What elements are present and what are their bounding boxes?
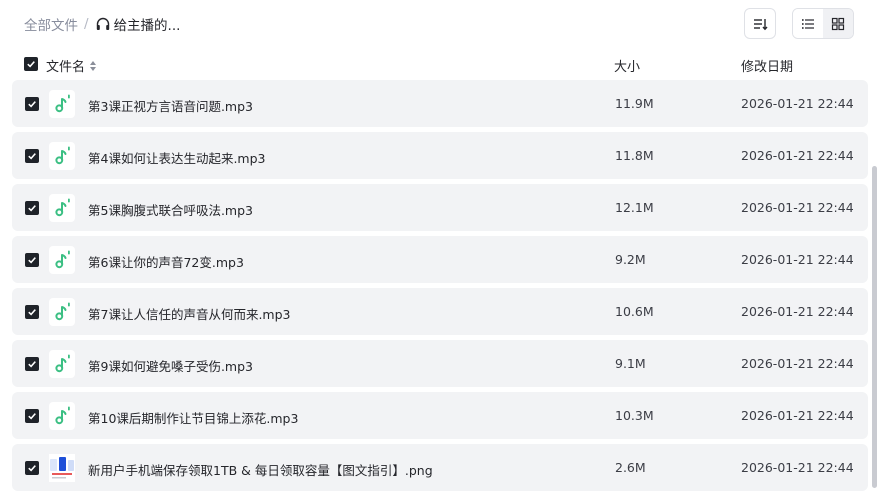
table-header: 文件名 大小 修改日期 — [12, 48, 868, 80]
breadcrumb-current-label: 给主播的... — [113, 18, 181, 34]
file-name[interactable]: 第3课正视方言语音问题.mp3 — [88, 96, 253, 115]
audio-file-icon — [55, 94, 70, 113]
table-row[interactable]: 第5课胸腹式联合呼吸法.mp3 12.1M 2026-01-21 22:44 — [12, 184, 868, 231]
file-name[interactable]: 第5课胸腹式联合呼吸法.mp3 — [88, 200, 253, 219]
row-checkbox[interactable] — [25, 409, 39, 423]
file-size: 9.1M — [615, 356, 646, 371]
audio-file-icon — [55, 146, 70, 165]
breadcrumb-current: 给主播的... — [95, 14, 181, 34]
table-row[interactable]: 第4课如何让表达生动起来.mp3 11.8M 2026-01-21 22:44 — [12, 132, 868, 179]
file-size: 11.8M — [615, 148, 654, 163]
table-row[interactable]: 第6课让你的声音72变.mp3 9.2M 2026-01-21 22:44 — [12, 236, 868, 283]
file-date: 2026-01-21 22:44 — [741, 148, 854, 163]
breadcrumb-root[interactable]: 全部文件 — [24, 14, 78, 34]
check-icon — [28, 257, 36, 264]
row-checkbox[interactable] — [25, 97, 39, 111]
row-checkbox[interactable] — [25, 149, 39, 163]
file-size: 2.6M — [615, 460, 646, 475]
table-row[interactable]: 第9课如何避免嗓子受伤.mp3 9.1M 2026-01-21 22:44 — [12, 340, 868, 387]
file-name[interactable]: 第4课如何让表达生动起来.mp3 — [88, 148, 266, 167]
check-icon — [28, 101, 36, 108]
check-icon — [28, 465, 36, 472]
column-header-name-label: 文件名 — [46, 60, 86, 75]
file-size: 11.9M — [615, 96, 654, 111]
list-view-button[interactable] — [793, 9, 823, 38]
file-size: 10.3M — [615, 408, 654, 423]
check-icon — [28, 205, 36, 212]
file-size: 9.2M — [615, 252, 646, 267]
check-icon — [28, 309, 36, 316]
file-date: 2026-01-21 22:44 — [741, 356, 854, 371]
sort-arrows-icon — [90, 60, 97, 71]
file-name[interactable]: 新用户手机端保存领取1TB & 每日领取容量【图文指引】.png — [88, 460, 433, 479]
row-checkbox[interactable] — [25, 461, 39, 475]
file-name[interactable]: 第9课如何避免嗓子受伤.mp3 — [88, 356, 253, 375]
row-checkbox[interactable] — [25, 357, 39, 371]
file-icon — [49, 246, 75, 274]
grid-view-icon — [831, 17, 845, 30]
file-icon — [49, 350, 75, 378]
file-icon — [49, 402, 75, 430]
file-list: 第3课正视方言语音问题.mp3 11.9M 2026-01-21 22:44 第… — [12, 80, 868, 495]
sort-lines-icon — [754, 18, 768, 30]
column-header-date[interactable]: 修改日期 — [741, 56, 793, 75]
list-view-icon — [802, 18, 814, 29]
column-header-size[interactable]: 大小 — [614, 56, 640, 75]
column-header-name[interactable]: 文件名 — [46, 56, 97, 75]
audio-file-icon — [55, 302, 70, 321]
audio-file-icon — [55, 354, 70, 373]
table-row[interactable]: 第10课后期制作让节目锦上添花.mp3 10.3M 2026-01-21 22:… — [12, 392, 868, 439]
row-checkbox[interactable] — [25, 253, 39, 267]
file-size: 10.6M — [615, 304, 654, 319]
table-row[interactable]: 新用户手机端保存领取1TB & 每日领取容量【图文指引】.png 2.6M 20… — [12, 444, 868, 491]
breadcrumb: 全部文件 / 给主播的... — [24, 14, 180, 34]
check-icon — [28, 153, 36, 160]
file-date: 2026-01-21 22:44 — [741, 304, 854, 319]
file-date: 2026-01-21 22:44 — [741, 96, 854, 111]
check-icon — [28, 413, 36, 420]
audio-file-icon — [55, 250, 70, 269]
table-row[interactable]: 第3课正视方言语音问题.mp3 11.9M 2026-01-21 22:44 — [12, 80, 868, 127]
file-date: 2026-01-21 22:44 — [741, 252, 854, 267]
table-row[interactable]: 第7课让人信任的声音从何而来.mp3 10.6M 2026-01-21 22:4… — [12, 288, 868, 335]
file-date: 2026-01-21 22:44 — [741, 200, 854, 215]
file-date: 2026-01-21 22:44 — [741, 408, 854, 423]
row-checkbox[interactable] — [25, 201, 39, 215]
scrollbar[interactable] — [872, 166, 877, 488]
file-icon — [49, 298, 75, 326]
file-icon — [49, 142, 75, 170]
sort-button[interactable] — [744, 8, 776, 39]
file-name[interactable]: 第7课让人信任的声音从何而来.mp3 — [88, 304, 291, 323]
audio-file-icon — [55, 406, 70, 425]
file-icon — [49, 194, 75, 222]
file-date: 2026-01-21 22:44 — [741, 460, 854, 475]
file-icon — [49, 454, 75, 482]
select-all-checkbox[interactable] — [24, 57, 38, 71]
audio-file-icon — [55, 198, 70, 217]
top-bar: 全部文件 / 给主播的... — [0, 0, 878, 48]
file-name[interactable]: 第10课后期制作让节目锦上添花.mp3 — [88, 408, 298, 427]
view-toggle — [792, 8, 854, 39]
grid-view-button[interactable] — [823, 9, 853, 38]
file-icon — [49, 90, 75, 118]
check-icon — [27, 61, 35, 68]
row-checkbox[interactable] — [25, 305, 39, 319]
file-name[interactable]: 第6课让你的声音72变.mp3 — [88, 252, 244, 271]
file-size: 12.1M — [615, 200, 654, 215]
headphones-icon — [96, 17, 109, 30]
check-icon — [28, 361, 36, 368]
image-thumbnail-icon — [49, 454, 75, 482]
breadcrumb-separator: / — [84, 16, 89, 32]
